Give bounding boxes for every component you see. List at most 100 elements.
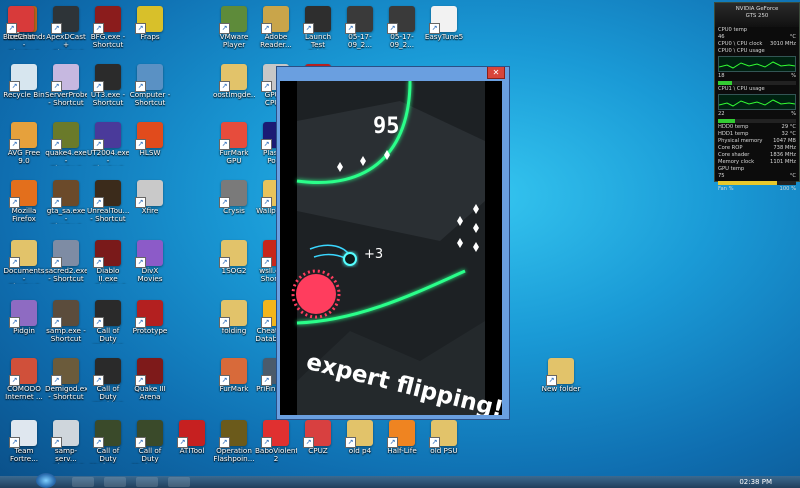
- gadget-row-value: 738 MHz: [773, 145, 796, 151]
- desktop-icon[interactable]: ↗Call of Duty World at W...: [87, 356, 129, 410]
- shortcut-arrow-icon: ↗: [345, 437, 356, 448]
- shortcut-arrow-icon: ↗: [9, 197, 20, 208]
- taskbar-app-explorer[interactable]: [72, 477, 94, 487]
- desktop-icon[interactable]: ↗UT2004.exe - Shortcut: [87, 120, 129, 174]
- desktop-icon[interactable]: ↗Diablo II.exe - Shortcut: [87, 238, 129, 292]
- desktop-icon[interactable]: ↗ FurMark GPU: [213, 120, 255, 174]
- desktop-icon-label: UT3.exe - Shortcut: [90, 91, 126, 107]
- desktop-icon[interactable]: ↗ UT3.exe - Shortcut: [87, 62, 129, 116]
- shortcut-arrow-icon: ↗: [9, 375, 20, 386]
- desktop-icon[interactable]: ↗Call of Duty Modern ...: [129, 418, 171, 472]
- desktop-icon[interactable]: ↗ 05-17-09_2...: [339, 4, 381, 58]
- shortcut-arrow-icon: ↗: [303, 437, 314, 448]
- desktop-icon[interactable]: ↗ IceChat: [0, 4, 42, 58]
- start-button[interactable]: [36, 473, 56, 488]
- shortcut-arrow-icon: ↗: [51, 139, 62, 150]
- app-icon: ↗: [51, 358, 79, 386]
- desktop-icon[interactable]: ↗ UnrealTou... - Shortcut: [87, 178, 129, 232]
- app-icon: ↗: [135, 64, 163, 92]
- desktop-icon[interactable]: ↗ HLSW: [129, 120, 171, 174]
- desktop-icon[interactable]: ↗ CPUZ: [297, 418, 339, 472]
- app-icon: ↗: [93, 300, 121, 328]
- app-icon: ↗: [219, 122, 247, 150]
- app-icon: ↗: [219, 358, 247, 386]
- desktop-icon[interactable]: ↗ 05-17-09_2...: [381, 4, 423, 58]
- desktop-icon[interactable]: ↗ Half-Life: [381, 418, 423, 472]
- desktop-icon[interactable]: ↗ Xfire: [129, 178, 171, 232]
- desktop-icon[interactable]: ↗ sacred2.exe - Shortcut: [45, 238, 87, 292]
- desktop-icon[interactable]: ↗ 1SOG2: [213, 238, 255, 292]
- desktop-icon[interactable]: ↗ Operation Flashpoin...: [213, 418, 255, 472]
- gpu-monitor-gadget[interactable]: NVIDIA GeForce GTS 250 CPU0 temp 46 °C CPU0…: [714, 2, 800, 192]
- gadget-row: Memory clock 1101 MHz: [715, 159, 799, 166]
- desktop-icon[interactable]: ↗Call of Duty Modern ...: [87, 418, 129, 472]
- app-icon: ↗: [51, 122, 79, 150]
- desktop-icon[interactable]: ↗quake4.exe - Shortcut: [45, 120, 87, 174]
- desktop-icon[interactable]: ↗Adobe Reader...: [255, 4, 297, 58]
- app-icon: ↗: [51, 180, 79, 208]
- desktop-icon[interactable]: ↗ ServerProbe - Shortcut: [45, 62, 87, 116]
- app-icon: ↗: [9, 240, 37, 268]
- taskbar-clock[interactable]: 02:38 PM: [739, 478, 772, 486]
- desktop-icon[interactable]: ↗Demigod.exe - Shortcut: [45, 356, 87, 410]
- desktop-icon[interactable]: ↗ folding: [213, 298, 255, 352]
- desktop-icon[interactable]: ↗gta_sa.exe - Shortcut: [45, 178, 87, 232]
- desktop-icon-label: Team Fortre...: [9, 447, 39, 463]
- desktop-icon[interactable]: ↗ COMODO Internet ...: [3, 356, 45, 410]
- desktop-icon[interactable]: ↗ Pidgin: [3, 298, 45, 352]
- desktop-icon[interactable]: ↗ Team Fortre...: [3, 418, 45, 472]
- desktop-icon[interactable]: ↗ Computer - Shortcut: [129, 62, 171, 116]
- desktop-icon[interactable]: ↗ Recycle Bin: [3, 62, 45, 116]
- desktop-icon[interactable]: ↗ Prototype: [129, 298, 171, 352]
- app-icon: ↗: [219, 6, 247, 34]
- desktop-icon[interactable]: ↗Call of Duty World at W...: [87, 298, 129, 352]
- desktop-icon-label: Call of Duty World at W...: [93, 327, 123, 344]
- desktop-icon[interactable]: ↗ Crysis: [213, 178, 255, 232]
- desktop-icon[interactable]: ↗ old p4: [339, 418, 381, 472]
- desktop-icon[interactable]: ↗ApexDCast + - Shortcut: [45, 4, 87, 58]
- desktop-icon-label: Diablo II.exe - Shortcut: [90, 267, 126, 284]
- app-icon: ↗: [303, 6, 331, 34]
- app-icon: ↗: [135, 122, 163, 150]
- app-icon: ↗: [429, 420, 457, 448]
- app-icon: ↗: [387, 420, 415, 448]
- desktop-icon[interactable]: ↗ VMware Player: [213, 4, 255, 58]
- app-icon: ↗: [387, 6, 415, 34]
- desktop-icon[interactable]: ↗ BaboViolent 2: [255, 418, 297, 472]
- desktop-icon-label: ServerProbe - Shortcut: [45, 91, 87, 107]
- desktop-icon-label: BaboViolent 2: [255, 447, 297, 463]
- game-canvas[interactable]: 95 +3 expert flipping!: [280, 81, 502, 415]
- app-icon: ↗: [345, 6, 373, 34]
- desktop-icon[interactable]: ↗Launch Test Drive Unli...: [297, 4, 339, 58]
- desktop-icon[interactable]: ↗ ATITool: [171, 418, 213, 472]
- taskbar-app-4[interactable]: [168, 477, 190, 487]
- shortcut-arrow-icon: ↗: [9, 81, 20, 92]
- desktop-icon[interactable]: ↗ DivX Movies: [129, 238, 171, 292]
- desktop-icon[interactable]: ↗ FurMark: [213, 356, 255, 410]
- shortcut-arrow-icon: ↗: [219, 23, 230, 34]
- desktop-icon[interactable]: ↗ AVG Free 9.0: [3, 120, 45, 174]
- desktop-icon[interactable]: ↗ oostlmgde...: [213, 62, 255, 116]
- desktop-icon[interactable]: ↗ BFG.exe - Shortcut: [87, 4, 129, 58]
- close-button[interactable]: ✕: [487, 67, 505, 79]
- desktop-icon-label: 05-17-09_2...: [389, 33, 415, 49]
- desktop-icon[interactable]: ↗ EasyTune5: [423, 4, 465, 58]
- shortcut-arrow-icon: ↗: [135, 257, 146, 268]
- gadget-row: GPU temp: [715, 166, 799, 173]
- shortcut-arrow-icon: ↗: [261, 317, 272, 328]
- desktop-icon[interactable]: ↗ old PSU: [423, 418, 465, 472]
- desktop-icon[interactable]: ↗ New folder: [540, 356, 582, 410]
- gadget-row-value: 1101 MHz: [770, 159, 796, 165]
- desktop-icon-label: Launch Test Drive Unli...: [304, 33, 332, 50]
- desktop-icon[interactable]: ↗ Quake III Arena: [129, 356, 171, 410]
- desktop-icon[interactable]: ↗ Mozilla Firefox: [3, 178, 45, 232]
- desktop-icon-label: Crysis: [223, 207, 245, 215]
- desktop-icon[interactable]: ↗ samp.exe - Shortcut: [45, 298, 87, 352]
- taskbar-app-2[interactable]: [104, 477, 126, 487]
- desktop-icon[interactable]: ↗Documents - Shortcut: [3, 238, 45, 292]
- game-window[interactable]: ✕ 95 +3 expert flipping!: [276, 66, 510, 420]
- taskbar-app-3[interactable]: [136, 477, 158, 487]
- desktop-icon[interactable]: ↗ Fraps: [129, 4, 171, 58]
- desktop-icon[interactable]: ↗samp-serv... - Shortcut: [45, 418, 87, 472]
- gadget-row-label: CPU0 temp: [718, 27, 748, 33]
